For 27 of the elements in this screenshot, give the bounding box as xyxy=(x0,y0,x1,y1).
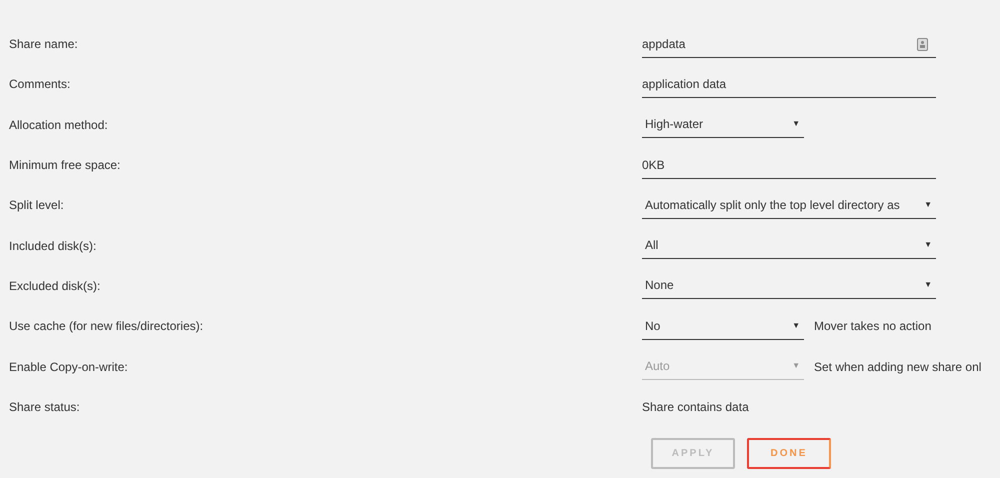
field-label: Use cache (for new files/directories): xyxy=(8,318,204,336)
caret-icon: ▼ xyxy=(924,239,932,252)
dropdown[interactable]: All ▼ xyxy=(642,232,936,260)
dropdown[interactable]: Automatically split only the top level directory as ▼ xyxy=(642,192,936,219)
contact-card-icon[interactable] xyxy=(917,38,928,51)
caret-icon: ▼ xyxy=(792,320,800,332)
caret-icon: ▼ xyxy=(792,118,800,130)
dropdown[interactable]: None ▼ xyxy=(642,272,936,300)
field-label: Share status: xyxy=(8,398,81,416)
field-label: Split level: xyxy=(8,197,65,214)
hint-text: Set when adding new share onl xyxy=(814,358,982,376)
field-label: Allocation method: xyxy=(8,116,109,134)
dropdown[interactable]: High-water ▼ xyxy=(642,111,804,138)
field-label: Minimum free space: xyxy=(8,157,122,174)
input-field[interactable]: 0KB xyxy=(642,152,936,179)
field-label: Included disk(s): xyxy=(8,238,98,255)
caret-icon: ▼ xyxy=(924,198,932,211)
dropdown[interactable]: No ▼ xyxy=(642,312,804,340)
caret-icon: ▼ xyxy=(792,360,800,372)
hint-text: Mover takes no action xyxy=(814,318,932,336)
field-label: Enable Copy-on-write: xyxy=(8,358,129,376)
status-text: Share contains data xyxy=(642,398,749,416)
field-label: Comments: xyxy=(8,76,72,94)
field-label: Excluded disk(s): xyxy=(8,278,102,295)
field-label: Share name: xyxy=(8,36,79,54)
caret-icon: ▼ xyxy=(924,279,932,292)
input-field[interactable]: application data xyxy=(642,70,936,98)
